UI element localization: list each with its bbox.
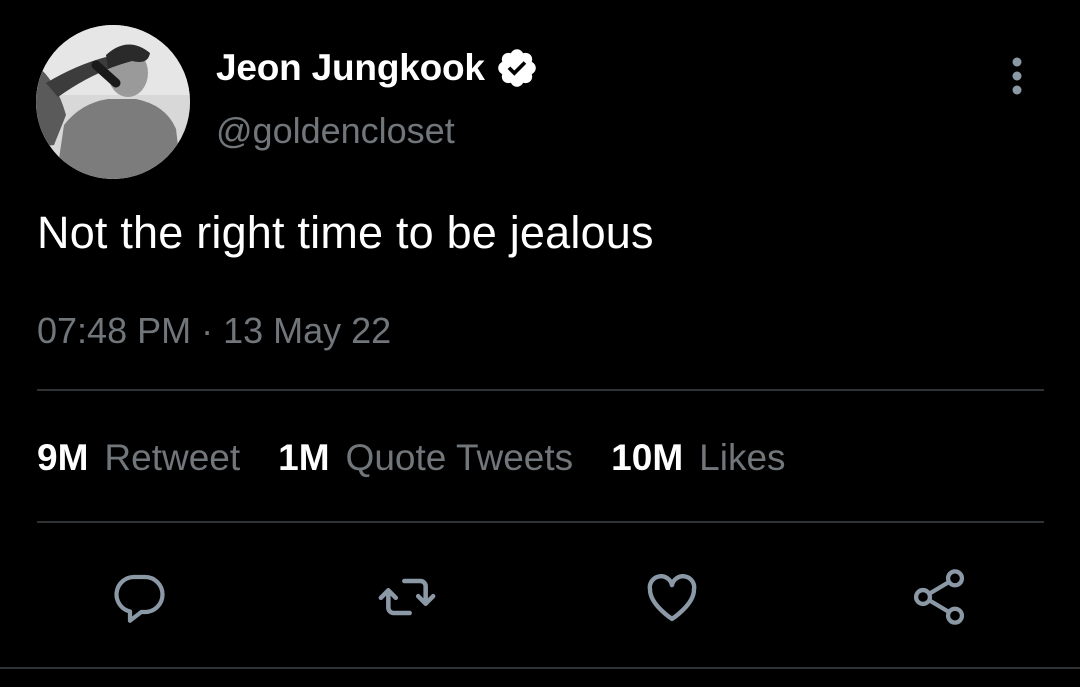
heart-icon xyxy=(647,574,697,622)
tweet-date: 13 May 22 xyxy=(223,310,392,351)
share-icon xyxy=(913,569,965,625)
profile-photo-icon xyxy=(36,25,190,179)
reply-icon xyxy=(114,574,165,623)
tweet-card: Jeon Jungkook @goldencloset Not the righ… xyxy=(0,0,1080,687)
timestamp[interactable]: 07:48 PM · 13 May 22 xyxy=(37,310,391,352)
more-options-icon[interactable] xyxy=(1000,54,1034,98)
tweet-text: Not the right time to be jealous xyxy=(37,207,654,258)
stat-count: 10M xyxy=(611,437,684,478)
engagement-stats: 9M Retweet 1M Quote Tweets 10M Likes xyxy=(37,437,824,479)
avatar[interactable] xyxy=(36,25,190,179)
timestamp-separator: · xyxy=(201,310,214,351)
stat-label: Likes xyxy=(699,437,786,478)
reply-button[interactable] xyxy=(108,565,172,629)
divider xyxy=(37,521,1044,523)
tweet-time: 07:48 PM xyxy=(37,310,192,351)
retweet-icon xyxy=(378,578,436,616)
verified-badge-icon xyxy=(495,46,539,90)
action-bar xyxy=(0,565,1080,629)
divider xyxy=(0,667,1080,669)
stat-label: Retweet xyxy=(104,437,241,478)
retweet-button[interactable] xyxy=(375,565,439,629)
author-handle[interactable]: @goldencloset xyxy=(216,110,455,152)
stat-quote-tweets[interactable]: 1M Quote Tweets xyxy=(278,437,573,479)
author-name-row: Jeon Jungkook xyxy=(216,44,539,92)
like-button[interactable] xyxy=(640,565,704,629)
stat-retweets[interactable]: 9M Retweet xyxy=(37,437,240,479)
stat-likes[interactable]: 10M Likes xyxy=(611,437,785,479)
stat-label: Quote Tweets xyxy=(345,437,574,478)
divider xyxy=(37,389,1044,391)
author-display-name[interactable]: Jeon Jungkook xyxy=(216,47,485,89)
stat-count: 9M xyxy=(37,437,89,478)
stat-count: 1M xyxy=(278,437,330,478)
share-button[interactable] xyxy=(907,565,971,629)
